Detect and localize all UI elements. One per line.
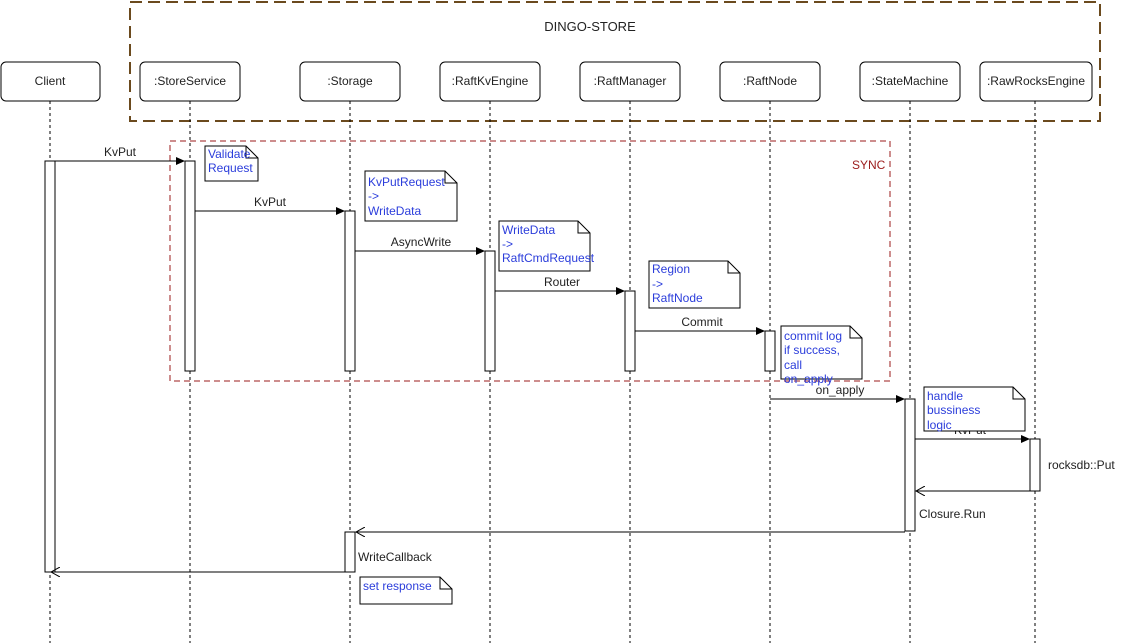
note-line: RaftCmdRequest bbox=[502, 251, 595, 265]
activation-state-machine bbox=[904, 398, 916, 532]
participant-raft-node[interactable]: :RaftNode bbox=[719, 61, 821, 102]
note-line: on_apply bbox=[784, 372, 833, 386]
note-line: bussiness bbox=[927, 403, 980, 417]
note-region-raftnode: Region -> RaftNode bbox=[648, 260, 741, 309]
activation-raft-node bbox=[764, 330, 776, 372]
message-label: WriteCallback bbox=[358, 550, 433, 564]
note-commit-log: commit log if success, call on_apply bbox=[780, 325, 863, 386]
participant-storage[interactable]: :Storage bbox=[299, 61, 401, 102]
note-line: handle bbox=[927, 389, 963, 403]
message-label: Router bbox=[544, 275, 580, 289]
participants: Client :StoreService :Storage :RaftKvEng… bbox=[0, 61, 1093, 102]
frame-title: DINGO-STORE bbox=[544, 19, 636, 34]
activation-client bbox=[44, 160, 56, 573]
participant-label: :RaftKvEngine bbox=[452, 74, 529, 88]
message-label: KvPut bbox=[254, 195, 287, 209]
note-line: Region bbox=[652, 262, 690, 276]
note-handle-business-logic: handle bussiness logic bbox=[923, 386, 1026, 432]
participant-label: :StoreService bbox=[154, 74, 226, 88]
note-line: -> bbox=[368, 189, 379, 203]
note-line: WriteData bbox=[368, 204, 421, 218]
participant-raw-rocks-engine[interactable]: :RawRocksEngine bbox=[979, 61, 1093, 102]
sequence-diagram: DINGO-STORE Client :StoreService :Storag… bbox=[0, 1, 1115, 643]
note-kvputrequest-writedata: KvPutRequest -> WriteData bbox=[364, 170, 458, 222]
participant-state-machine[interactable]: :StateMachine bbox=[859, 61, 961, 102]
note-line: logic bbox=[927, 418, 952, 432]
note-line: Request bbox=[208, 161, 253, 175]
activation-storage bbox=[344, 210, 356, 372]
participant-raft-kv-engine[interactable]: :RaftKvEngine bbox=[439, 61, 541, 102]
note-writedata-raftcmdrequest: WriteData -> RaftCmdRequest bbox=[498, 220, 595, 272]
note-line: Validate bbox=[208, 147, 251, 161]
lifelines bbox=[49, 101, 1036, 643]
note-line: RaftNode bbox=[652, 291, 703, 305]
sync-label: SYNC bbox=[852, 158, 886, 172]
participant-label: :RaftNode bbox=[743, 74, 797, 88]
note-validate-request: Validate Request bbox=[204, 145, 259, 182]
note-line: -> bbox=[652, 277, 663, 291]
participant-label: :Storage bbox=[327, 74, 373, 88]
activation-raw-rocks-engine bbox=[1029, 438, 1041, 492]
note-line: WriteData bbox=[502, 223, 555, 237]
participant-store-service[interactable]: :StoreService bbox=[139, 61, 241, 102]
message-labels: KvPut KvPut AsyncWrite Router Commit on_… bbox=[104, 145, 1115, 564]
note-line: commit log bbox=[784, 329, 842, 343]
participant-label: Client bbox=[35, 74, 66, 88]
note-line: if success, bbox=[784, 343, 840, 357]
participant-label: :RaftManager bbox=[594, 74, 667, 88]
message-label: AsyncWrite bbox=[391, 235, 452, 249]
message-label: KvPut bbox=[104, 145, 137, 159]
note-line: KvPutRequest bbox=[368, 175, 445, 189]
activation-raft-manager bbox=[624, 290, 636, 372]
note-line: set response bbox=[363, 579, 432, 593]
participant-label: :RawRocksEngine bbox=[987, 74, 1085, 88]
participant-raft-manager[interactable]: :RaftManager bbox=[579, 61, 681, 102]
note-set-response: set response bbox=[359, 576, 453, 605]
note-line: call bbox=[784, 358, 802, 372]
activation-storage-callback bbox=[344, 531, 356, 573]
note-line: -> bbox=[502, 237, 513, 251]
activation-raft-kv-engine bbox=[484, 250, 496, 372]
activation-store-service bbox=[184, 160, 196, 372]
message-label: rocksdb::Put bbox=[1048, 458, 1115, 472]
participant-label: :StateMachine bbox=[872, 74, 949, 88]
message-label: Closure.Run bbox=[919, 507, 986, 521]
participant-client[interactable]: Client bbox=[0, 61, 101, 102]
message-label: Commit bbox=[681, 315, 723, 329]
notes: Validate Request KvPutRequest -> WriteDa… bbox=[204, 145, 1026, 605]
